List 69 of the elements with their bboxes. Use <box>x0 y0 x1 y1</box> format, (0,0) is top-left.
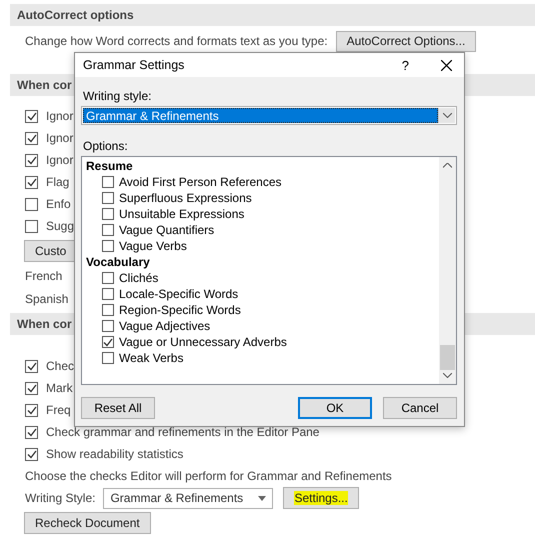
option-label: Unsuitable Expressions <box>119 207 244 221</box>
language-note: French <box>25 268 62 282</box>
language-note: Spanish <box>25 292 68 306</box>
autocorrect-options-button[interactable]: AutoCorrect Options... <box>336 30 476 52</box>
dropdown-caret-icon <box>258 496 266 500</box>
option-label: Vague Quantifiers <box>119 223 214 237</box>
option-label: Clichés <box>119 271 158 285</box>
checkbox[interactable] <box>25 176 38 188</box>
dialog-button[interactable]: Cancel <box>383 397 457 419</box>
chevron-down-icon[interactable] <box>443 373 452 378</box>
checkbox[interactable] <box>102 272 114 284</box>
chevron-down-icon <box>442 113 452 118</box>
checkbox[interactable] <box>25 198 38 210</box>
checkbox[interactable] <box>25 220 38 232</box>
checkbox-label: Ignor <box>46 109 74 123</box>
checkbox[interactable] <box>102 336 114 348</box>
checkbox-label: Mark <box>46 381 73 395</box>
dialog-button[interactable]: Reset All <box>81 397 155 419</box>
dialog-button[interactable]: OK <box>298 397 372 419</box>
help-button[interactable]: ? <box>402 58 409 72</box>
scrollbar-thumb[interactable] <box>440 345 455 370</box>
checkbox-label: Flag <box>46 175 70 189</box>
checkbox[interactable] <box>102 240 114 252</box>
checkbox[interactable] <box>102 208 114 220</box>
checkbox-label: Sugg <box>46 219 74 233</box>
scrollbar[interactable] <box>439 157 456 384</box>
writing-style-label: Writing Style: <box>25 491 96 505</box>
option-label: Weak Verbs <box>119 351 184 365</box>
checkbox-label: Ignor <box>46 153 74 167</box>
writing-style-dropdown[interactable]: Grammar & Refinements <box>103 488 274 508</box>
checkbox[interactable] <box>25 154 38 166</box>
checkbox-label: Ignor <box>46 131 74 145</box>
checkbox[interactable] <box>25 448 38 460</box>
recheck-document-button[interactable]: Recheck Document <box>24 512 151 534</box>
option-label: Vague Verbs <box>119 239 187 253</box>
checkbox[interactable] <box>102 288 114 300</box>
checkbox[interactable] <box>25 382 38 394</box>
checkbox[interactable] <box>102 224 114 236</box>
settings-button[interactable]: Settings... <box>283 487 359 509</box>
group-heading: Vocabulary <box>86 255 150 269</box>
checkbox-label: Enfo <box>46 197 71 211</box>
checkbox[interactable] <box>102 192 114 204</box>
checkbox[interactable] <box>25 360 38 372</box>
options-label: Options: <box>83 139 129 153</box>
option-label: Locale-Specific Words <box>119 287 238 301</box>
checkbox[interactable] <box>25 110 38 122</box>
writing-style-dropdown[interactable]: Grammar & Refinements <box>81 106 457 125</box>
dialog-title: Grammar Settings <box>83 58 186 72</box>
option-label: Superfluous Expressions <box>119 191 252 205</box>
group-heading: Resume <box>86 159 133 173</box>
checkbox[interactable] <box>25 404 38 416</box>
checkbox[interactable] <box>25 132 38 144</box>
description-text: Change how Word corrects and formats text as you type: <box>25 34 328 48</box>
checkbox-label: Show readability statistics <box>46 447 184 461</box>
checkbox[interactable] <box>102 176 114 188</box>
checkbox-label: Freq <box>46 403 71 417</box>
checkbox[interactable] <box>102 304 114 316</box>
checkbox-label: Chec <box>46 359 74 373</box>
checkbox[interactable] <box>25 426 38 438</box>
checkbox[interactable] <box>102 320 114 332</box>
option-label: Vague Adjectives <box>119 319 210 333</box>
caption-text: Choose the checks Editor will perform for Grammar and Refinements <box>25 468 392 482</box>
option-label: Avoid First Person References <box>119 175 282 189</box>
chevron-up-icon[interactable] <box>443 163 452 168</box>
section-heading: AutoCorrect options <box>10 4 535 26</box>
close-icon[interactable] <box>441 60 452 70</box>
option-label: Vague or Unnecessary Adverbs <box>119 335 287 349</box>
checkbox[interactable] <box>102 352 114 364</box>
checkbox-label: Check grammar and refinements in the Editor Pane <box>46 425 320 439</box>
